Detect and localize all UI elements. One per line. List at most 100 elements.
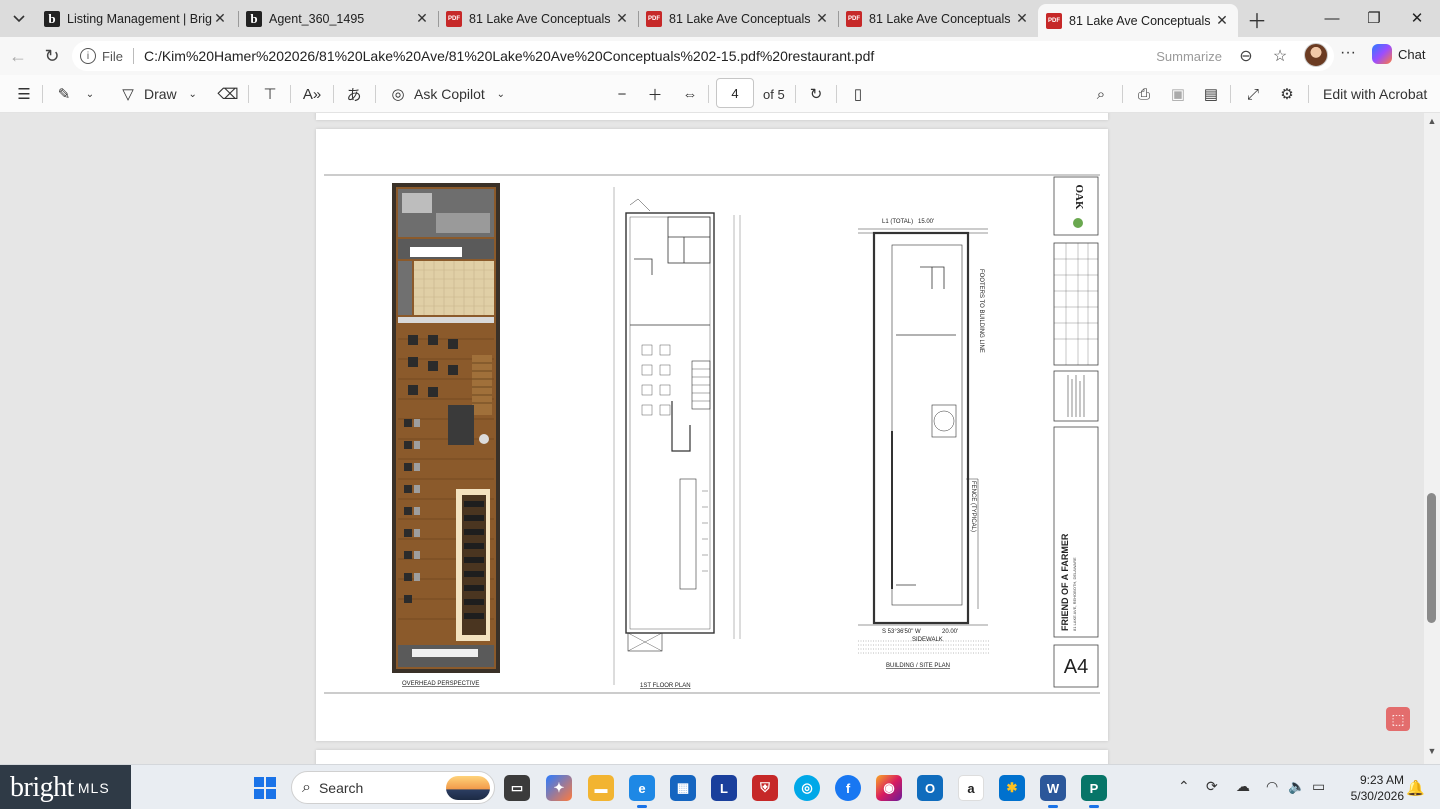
tab-agent-360[interactable]: b Agent_360_1495 ✕ bbox=[238, 4, 438, 33]
close-icon[interactable]: ✕ bbox=[212, 10, 228, 27]
edit-with-acrobat-label: Edit with Acrobat bbox=[1323, 86, 1428, 102]
scroll-up-icon[interactable]: ▲ bbox=[1426, 116, 1438, 128]
acrobat-icon[interactable]: ⬚ bbox=[1386, 707, 1410, 731]
ask-copilot-button[interactable]: ◎ Ask Copilot ⌄ bbox=[388, 75, 511, 113]
battery-icon[interactable]: ▭ bbox=[1312, 778, 1325, 795]
search-icon[interactable]: ⌕ bbox=[1091, 84, 1111, 104]
contents-list-icon[interactable]: ☰ bbox=[14, 84, 34, 104]
close-icon[interactable]: ✕ bbox=[1014, 10, 1030, 27]
pdf-icon: PDF bbox=[1046, 12, 1062, 29]
fence-note: FENCE (TYPICAL) bbox=[970, 481, 976, 532]
overhead-perspective-render: OVERHEAD PERSPECTIVE bbox=[392, 183, 500, 687]
summarize-button[interactable]: Summarize bbox=[1156, 49, 1222, 64]
widget-brand: bright bbox=[10, 771, 74, 803]
footer-note: FOOTERS TO BUILDING LINE bbox=[978, 269, 984, 353]
profile-avatar[interactable] bbox=[1304, 43, 1328, 67]
view-label-site-plan: BUILDING / SITE PLAN bbox=[886, 663, 950, 669]
widget-suffix: MLS bbox=[77, 779, 110, 796]
app-l-icon[interactable]: L bbox=[711, 775, 737, 801]
translate-icon[interactable]: あ bbox=[344, 84, 364, 104]
favorite-star-icon[interactable]: ☆ bbox=[1270, 46, 1290, 66]
globe-app-icon[interactable]: ◎ bbox=[794, 775, 820, 801]
walmart-icon[interactable]: ✱ bbox=[999, 775, 1025, 801]
new-tab-button[interactable]: ＋ bbox=[1244, 6, 1270, 33]
system-clock[interactable]: 9:23 AM 5/30/2026 bbox=[1340, 772, 1404, 804]
zoom-out-icon[interactable]: ⊖ bbox=[1236, 46, 1256, 66]
scrollbar-thumb[interactable] bbox=[1427, 493, 1436, 623]
chevron-down-icon[interactable]: ⌄ bbox=[80, 84, 100, 104]
info-icon[interactable]: i bbox=[80, 48, 96, 64]
security-shield-icon[interactable]: ⛨ bbox=[752, 775, 778, 801]
eraser-icon[interactable]: ⌫ bbox=[217, 84, 238, 104]
publisher-icon[interactable]: P bbox=[1081, 775, 1107, 808]
draw-button[interactable]: ▽ Draw ⌄ bbox=[118, 75, 203, 113]
taskbar-search-box[interactable]: ⌕ Search bbox=[291, 771, 495, 804]
highlight-icon[interactable]: ✎ bbox=[54, 84, 74, 104]
ask-copilot-label: Ask Copilot bbox=[414, 86, 485, 102]
sync-icon[interactable]: ⟳ bbox=[1206, 778, 1218, 795]
task-view-icon[interactable]: ▭ bbox=[504, 775, 530, 801]
text-box-icon[interactable]: ⊤ bbox=[260, 84, 280, 104]
edit-with-acrobat-button[interactable]: Edit with Acrobat bbox=[1323, 75, 1427, 113]
save-as-icon[interactable]: ▤ bbox=[1201, 84, 1221, 104]
tab-pdf-3[interactable]: PDF 81 Lake Ave Conceptuals 2-15 ✕ bbox=[838, 4, 1038, 33]
copilot-app-icon[interactable]: ✦ bbox=[546, 775, 572, 801]
total-dim: 15.00' bbox=[918, 219, 934, 225]
zoom-in-icon[interactable]: ＋ bbox=[645, 84, 665, 104]
cloud-icon[interactable]: ☁ bbox=[1236, 778, 1250, 795]
word-icon[interactable]: W bbox=[1040, 775, 1066, 808]
widgets-button[interactable]: bright MLS bbox=[0, 765, 131, 809]
restore-button[interactable]: ❐ bbox=[1354, 6, 1394, 30]
wifi-icon[interactable]: ◠ bbox=[1266, 778, 1278, 795]
edge-browser-icon[interactable]: e bbox=[629, 775, 655, 808]
tab-pdf-4-active[interactable]: PDF 81 Lake Ave Conceptuals 2-15 ✕ bbox=[1038, 4, 1238, 37]
site-frontage: 20.00' bbox=[942, 629, 958, 635]
tab-actions-menu[interactable] bbox=[6, 6, 32, 32]
minimize-button[interactable]: — bbox=[1312, 6, 1352, 30]
close-icon[interactable]: ✕ bbox=[414, 10, 430, 27]
tab-pdf-2[interactable]: PDF 81 Lake Ave Conceptuals 2-15 ✕ bbox=[638, 4, 838, 33]
gear-icon[interactable]: ⚙ bbox=[1277, 84, 1297, 104]
fit-width-icon[interactable]: ⇔ bbox=[680, 84, 700, 104]
tab-listing-management[interactable]: b Listing Management | Bright MLS ✕ bbox=[36, 4, 236, 33]
tab-pdf-1[interactable]: PDF 81 Lake Ave Conceptuals 2-15 ✕ bbox=[438, 4, 638, 33]
pdf-icon: PDF bbox=[846, 10, 862, 27]
fullscreen-icon[interactable]: ⤢ bbox=[1243, 84, 1263, 104]
instagram-icon[interactable]: ◉ bbox=[876, 775, 902, 801]
close-icon[interactable]: ✕ bbox=[614, 10, 630, 27]
vertical-scrollbar[interactable]: ▲ ▼ bbox=[1424, 113, 1440, 764]
zoom-out-icon[interactable]: − bbox=[612, 84, 632, 104]
read-aloud-icon[interactable]: A» bbox=[302, 84, 322, 104]
more-options-icon[interactable]: ··· bbox=[1340, 44, 1356, 62]
notification-bell-icon[interactable]: 🔔 bbox=[1406, 779, 1425, 797]
file-explorer-icon[interactable]: ▬ bbox=[588, 775, 614, 801]
tab-label: Agent_360_1495 bbox=[269, 11, 365, 26]
pdf-viewer: OVERHEAD PERSPECTIVE 1ST FLOOR PLAN L1 (… bbox=[0, 113, 1424, 764]
clock-date: 5/30/2026 bbox=[1350, 789, 1404, 803]
outlook-icon[interactable]: O bbox=[917, 775, 943, 801]
page-view-icon[interactable]: ▯ bbox=[848, 84, 868, 104]
copilot-icon bbox=[1372, 44, 1392, 64]
windows-start-icon[interactable] bbox=[254, 777, 276, 799]
scroll-down-icon[interactable]: ▼ bbox=[1426, 746, 1438, 758]
save-icon[interactable]: ▣ bbox=[1168, 84, 1188, 104]
window-close-button[interactable]: ✕ bbox=[1397, 6, 1437, 30]
back-button[interactable]: ← bbox=[4, 42, 32, 70]
close-icon[interactable]: ✕ bbox=[1214, 12, 1230, 29]
show-hidden-icons-icon[interactable]: ⌃ bbox=[1178, 778, 1190, 795]
store-icon[interactable]: ▦ bbox=[670, 775, 696, 801]
facebook-icon[interactable]: f bbox=[835, 775, 861, 801]
draw-pen-icon: ▽ bbox=[122, 86, 134, 103]
rotate-icon[interactable]: ↻ bbox=[806, 84, 826, 104]
close-icon[interactable]: ✕ bbox=[814, 10, 830, 27]
page-number-input[interactable]: 4 bbox=[716, 78, 754, 108]
volume-icon[interactable]: 🔈 bbox=[1288, 778, 1305, 795]
url-field[interactable]: i File C:/Kim%20Hamer%202026/81%20Lake%2… bbox=[72, 41, 1334, 71]
page-count: of 5 bbox=[763, 87, 785, 102]
amazon-icon[interactable]: a bbox=[958, 775, 984, 801]
chat-button[interactable]: Chat bbox=[1372, 44, 1425, 64]
refresh-button[interactable]: ↻ bbox=[38, 42, 66, 70]
url-scheme: File bbox=[102, 48, 123, 64]
print-icon[interactable]: ⎙ bbox=[1134, 84, 1154, 104]
project-name: FRIEND OF A FARMER bbox=[1060, 533, 1070, 631]
